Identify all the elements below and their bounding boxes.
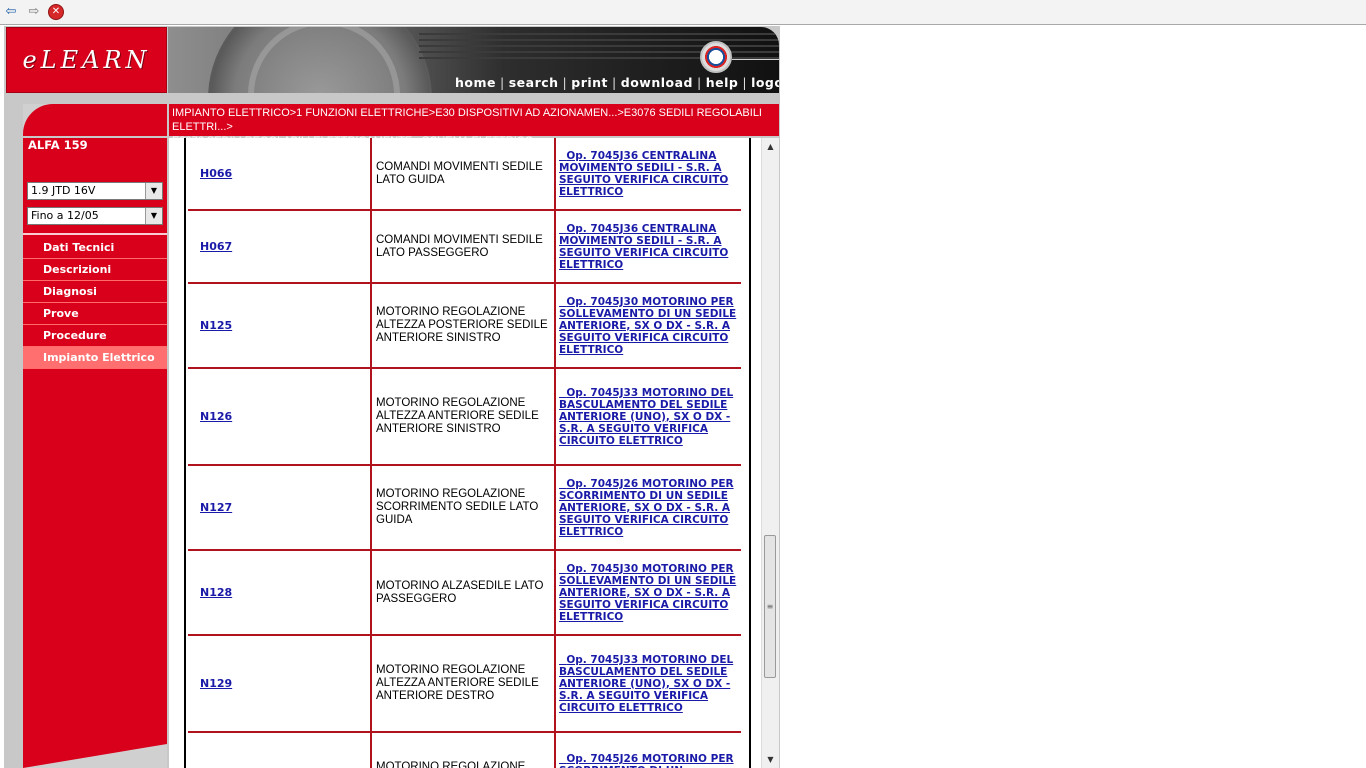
back-arrow-icon[interactable]: ⇦: [2, 4, 20, 20]
description-cell: MOTORINO REGOLAZIONE ALTEZZA POSTERIORE …: [372, 284, 556, 367]
operation-link[interactable]: Op. 7045J30 MOTORINO PER SOLLEVAMENTO DI…: [559, 563, 737, 623]
description-cell: MOTORINO REGOLAZIONE ALTEZZA ANTERIORE S…: [372, 636, 556, 731]
nav-search-link[interactable]: search: [509, 75, 559, 90]
breadcrumb-path-link[interactable]: IMPIANTO ELETTRICO>1 FUNZIONI ELETTRICHE…: [172, 107, 762, 133]
code-cell: [188, 733, 372, 768]
year-select-value: Fino a 12/05: [31, 209, 99, 222]
sidebar-item-diagnosi[interactable]: Diagnosi: [23, 281, 167, 303]
code-cell: H066: [188, 138, 372, 209]
operation-cell: Op. 7045J33 MOTORINO DEL BASCULAMENTO DE…: [556, 369, 741, 464]
table-row: N127 MOTORINO REGOLAZIONE SCORRIMENTO SE…: [188, 466, 741, 551]
operation-link[interactable]: Op. 7045J33 MOTORINO DEL BASCULAMENTO DE…: [559, 387, 737, 447]
nav-separator: |: [500, 75, 505, 90]
component-code-link[interactable]: N127: [200, 501, 232, 514]
nav-separator: |: [697, 75, 702, 90]
alfa-romeo-badge-icon: [700, 41, 732, 73]
operation-cell: Op. 7045J26 MOTORINO PER SCORRIMENTO DI …: [556, 733, 741, 768]
dropdown-arrow-icon[interactable]: ▼: [145, 183, 162, 199]
code-cell: N128: [188, 551, 372, 634]
content-frame: H066 COMANDI MOVIMENTI SEDILE LATO GUIDA…: [169, 138, 779, 768]
description-cell: MOTORINO REGOLAZIONE: [372, 733, 556, 768]
table-row: N129 MOTORINO REGOLAZIONE ALTEZZA ANTERI…: [188, 636, 741, 733]
code-cell: N129: [188, 636, 372, 731]
elearn-app: eLEARN home | search | print | download | help | l…: [4, 26, 780, 768]
breadcrumb-corner: [23, 104, 167, 136]
nav-help-link[interactable]: help: [706, 75, 739, 90]
description-cell: COMANDI MOVIMENTI SEDILE LATO GUIDA: [372, 138, 556, 209]
operation-link[interactable]: Op. 7045J33 MOTORINO DEL BASCULAMENTO DE…: [559, 654, 737, 714]
code-cell: N127: [188, 466, 372, 549]
stop-close-icon[interactable]: ✕: [48, 4, 64, 20]
component-table: H066 COMANDI MOVIMENTI SEDILE LATO GUIDA…: [188, 138, 741, 768]
component-code-link[interactable]: N129: [200, 677, 232, 690]
sidebar: ALFA 159 1.9 JTD 16V ▼ Fino a 12/05 ▼ Da…: [23, 138, 167, 768]
nav-print-link[interactable]: print: [571, 75, 608, 90]
menu-divider: [23, 233, 167, 235]
component-code-link[interactable]: N128: [200, 586, 232, 599]
nav-separator: |: [562, 75, 568, 90]
code-cell: N126: [188, 369, 372, 464]
table-row: H066 COMANDI MOVIMENTI SEDILE LATO GUIDA…: [188, 138, 741, 211]
engine-select[interactable]: 1.9 JTD 16V ▼: [27, 182, 163, 200]
forward-arrow-icon[interactable]: ⇨: [25, 4, 43, 20]
description-cell: MOTORINO REGOLAZIONE ALTEZZA ANTERIORE S…: [372, 369, 556, 464]
component-code-link[interactable]: N125: [200, 319, 232, 332]
operation-link[interactable]: Op. 7045J36 CENTRALINA MOVIMENTO SEDILI …: [559, 150, 737, 198]
operation-cell: Op. 7045J26 MOTORINO PER SCORRIMENTO DI …: [556, 466, 741, 549]
nav-home-link[interactable]: home: [455, 75, 496, 90]
sidebar-bottom-corner: [23, 744, 167, 768]
scrollbar-thumb[interactable]: ≡: [764, 535, 776, 678]
component-code-link[interactable]: H067: [200, 240, 232, 253]
operation-link[interactable]: Op. 7045J26 MOTORINO PER SCORRIMENTO DI …: [559, 753, 737, 768]
operation-link[interactable]: Op. 7045J26 MOTORINO PER SCORRIMENTO DI …: [559, 478, 737, 538]
operation-cell: Op. 7045J30 MOTORINO PER SOLLEVAMENTO DI…: [556, 284, 741, 367]
table-row: H067 COMANDI MOVIMENTI SEDILE LATO PASSE…: [188, 211, 741, 284]
browser-toolbar: ⇦ ⇨ ✕: [0, 0, 1366, 25]
year-select[interactable]: Fino a 12/05 ▼: [27, 207, 163, 225]
sidebar-item-procedure[interactable]: Procedure: [23, 325, 167, 347]
nav-separator: |: [742, 75, 748, 90]
table-row: N126 MOTORINO REGOLAZIONE ALTEZZA ANTERI…: [188, 369, 741, 466]
nav-logout-link[interactable]: logout: [751, 75, 779, 90]
nav-separator: |: [612, 75, 617, 90]
operation-link[interactable]: Op. 7045J36 CENTRALINA MOVIMENTO SEDILI …: [559, 223, 737, 271]
header-stripe: [419, 33, 779, 35]
description-cell: COMANDI MOVIMENTI SEDILE LATO PASSEGGERO: [372, 211, 556, 282]
dropdown-arrow-icon[interactable]: ▼: [145, 208, 162, 224]
vertical-scrollbar[interactable]: ▲ ≡ ▼: [761, 138, 779, 768]
operation-cell: Op. 7045J33 MOTORINO DEL BASCULAMENTO DE…: [556, 636, 741, 731]
model-title: ALFA 159: [28, 138, 88, 152]
operation-cell: Op. 7045J36 CENTRALINA MOVIMENTO SEDILI …: [556, 138, 741, 209]
sidebar-item-impianto-elettrico[interactable]: Impianto Elettrico: [23, 347, 167, 369]
operation-cell: Op. 7045J36 CENTRALINA MOVIMENTO SEDILI …: [556, 211, 741, 282]
description-cell: MOTORINO ALZASEDILE LATO PASSEGGERO: [372, 551, 556, 634]
component-code-link[interactable]: N126: [200, 410, 232, 423]
operation-cell: Op. 7045J30 MOTORINO PER SOLLEVAMENTO DI…: [556, 551, 741, 634]
code-cell: H067: [188, 211, 372, 282]
code-cell: N125: [188, 284, 372, 367]
gray-band: [4, 93, 780, 104]
badge-line: [732, 59, 779, 60]
operation-link[interactable]: Op. 7045J30 MOTORINO PER SOLLEVAMENTO DI…: [559, 296, 737, 356]
table-row: MOTORINO REGOLAZIONE Op. 7045J26 MOTORIN…: [188, 733, 741, 768]
engine-select-value: 1.9 JTD 16V: [31, 184, 96, 197]
elearn-logo: eLEARN: [6, 27, 167, 93]
sidebar-item-descrizioni[interactable]: Descrizioni: [23, 259, 167, 281]
scroll-down-arrow-icon[interactable]: ▼: [762, 751, 779, 768]
sidebar-item-prove[interactable]: Prove: [23, 303, 167, 325]
description-cell: MOTORINO REGOLAZIONE SCORRIMENTO SEDILE …: [372, 466, 556, 549]
scroll-up-arrow-icon[interactable]: ▲: [762, 138, 779, 155]
header-banner: home|search|print|download|help|logout: [168, 27, 779, 93]
left-gray-strip: [4, 104, 22, 768]
header-stripe: [419, 39, 779, 41]
sidebar-item-dati-tecnici[interactable]: Dati Tecnici: [23, 237, 167, 259]
nav-download-link[interactable]: download: [621, 75, 693, 90]
component-code-link[interactable]: H066: [200, 167, 232, 180]
breadcrumb: IMPIANTO ELETTRICO>1 FUNZIONI ELETTRICHE…: [169, 104, 779, 147]
top-nav: home|search|print|download|help|logout: [455, 75, 779, 90]
table-row: N125 MOTORINO REGOLAZIONE ALTEZZA POSTER…: [188, 284, 741, 369]
logo-text: eLEARN: [22, 46, 151, 74]
table-row: N128 MOTORINO ALZASEDILE LATO PASSEGGERO…: [188, 551, 741, 636]
sidebar-menu: Dati Tecnici Descrizioni Diagnosi Prove …: [23, 237, 167, 369]
